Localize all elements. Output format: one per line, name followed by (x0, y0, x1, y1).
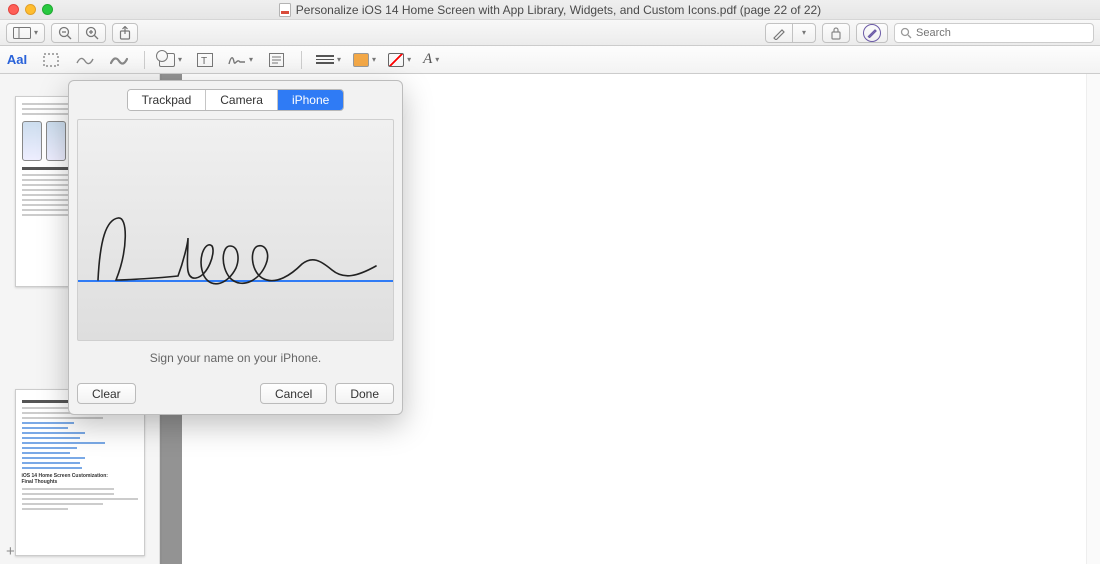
markup-button[interactable] (856, 23, 888, 43)
selection-tool-button[interactable] (40, 51, 62, 69)
signature-hint-text: Sign your name on your iPhone. (77, 351, 394, 365)
sidebar-icon (13, 27, 31, 39)
vertical-scrollbar[interactable] (1086, 74, 1100, 564)
sidebar-toggle-button[interactable]: ▾ (6, 23, 45, 43)
zoom-out-button[interactable] (51, 23, 79, 43)
chevron-down-icon: ▾ (34, 28, 38, 37)
highlight-button[interactable] (765, 23, 793, 43)
add-page-button[interactable]: + (6, 543, 15, 560)
titlebar: Personalize iOS 14 Home Screen with App … (0, 0, 1100, 20)
thumb-heading: Final Thoughts (22, 479, 138, 485)
separator (301, 51, 302, 69)
draw-icon (110, 53, 128, 67)
share-button[interactable] (112, 23, 138, 43)
text-style-icon: AaI (7, 52, 27, 67)
zoom-in-button[interactable] (78, 23, 106, 43)
chevron-down-icon: ▾ (337, 55, 341, 64)
markup-icon (863, 24, 881, 42)
draw-tool-button[interactable] (108, 51, 130, 69)
window-title: Personalize iOS 14 Home Screen with App … (0, 3, 1100, 17)
sketch-icon (76, 53, 94, 67)
tab-camera[interactable]: Camera (206, 90, 278, 110)
markup-toolbar: AaI ▾ T ▾ ▾ ▾ ▾ A ▾ (0, 46, 1100, 74)
fill-color-icon (353, 53, 369, 67)
pdf-document-icon (279, 3, 291, 17)
line-style-icon (316, 55, 334, 64)
cancel-button[interactable]: Cancel (260, 383, 327, 404)
highlight-menu-button[interactable]: ▾ (792, 23, 816, 43)
zoom-group (51, 23, 106, 43)
shapes-icon (159, 53, 175, 67)
chevron-down-icon: ▾ (178, 55, 182, 64)
chevron-down-icon: ▾ (407, 55, 411, 64)
separator (144, 51, 145, 69)
done-button[interactable]: Done (335, 383, 394, 404)
rotate-button[interactable] (822, 23, 850, 43)
text-box-button[interactable]: T (194, 51, 216, 69)
font-style-button[interactable]: A ▾ (423, 51, 439, 69)
clear-button[interactable]: Clear (77, 383, 136, 404)
chevron-down-icon: ▾ (435, 55, 439, 64)
share-icon (119, 26, 131, 40)
primary-toolbar: ▾ ▾ (0, 20, 1100, 46)
shapes-menu-button[interactable]: ▾ (159, 51, 182, 69)
signature-stroke (88, 180, 388, 310)
view-mode-group: ▾ (6, 23, 45, 43)
chevron-down-icon: ▾ (802, 28, 806, 37)
font-icon: A (423, 51, 432, 68)
zoom-in-icon (85, 26, 99, 40)
search-icon (900, 27, 912, 39)
sketch-tool-button[interactable] (74, 51, 96, 69)
selection-icon (43, 53, 59, 67)
highlighter-icon (772, 26, 786, 40)
text-box-icon: T (197, 53, 213, 67)
no-fill-icon (388, 53, 404, 67)
window-title-text: Personalize iOS 14 Home Screen with App … (296, 3, 821, 17)
note-icon (269, 53, 284, 67)
text-style-button[interactable]: AaI (6, 51, 28, 69)
signature-source-segmented: Trackpad Camera iPhone (77, 89, 394, 111)
chevron-down-icon: ▾ (249, 55, 253, 64)
sign-menu-button[interactable]: ▾ (228, 51, 253, 69)
border-color-button[interactable]: ▾ (353, 51, 376, 69)
border-style-button[interactable]: ▾ (316, 51, 341, 69)
tab-iphone[interactable]: iPhone (278, 90, 343, 110)
signature-pad[interactable] (77, 119, 394, 341)
chevron-down-icon: ▾ (372, 55, 376, 64)
fill-color-button[interactable]: ▾ (388, 51, 411, 69)
highlight-group: ▾ (765, 23, 816, 43)
note-button[interactable] (265, 51, 287, 69)
signature-icon (228, 53, 246, 67)
popover-button-row: Clear Cancel Done (77, 383, 394, 404)
lock-icon (829, 26, 843, 40)
signature-popover: Trackpad Camera iPhone Sign your name on… (68, 80, 403, 415)
svg-text:T: T (201, 56, 207, 67)
search-input[interactable] (916, 27, 1088, 39)
search-field-container[interactable] (894, 23, 1094, 43)
tab-trackpad[interactable]: Trackpad (128, 90, 207, 110)
zoom-out-icon (58, 26, 72, 40)
